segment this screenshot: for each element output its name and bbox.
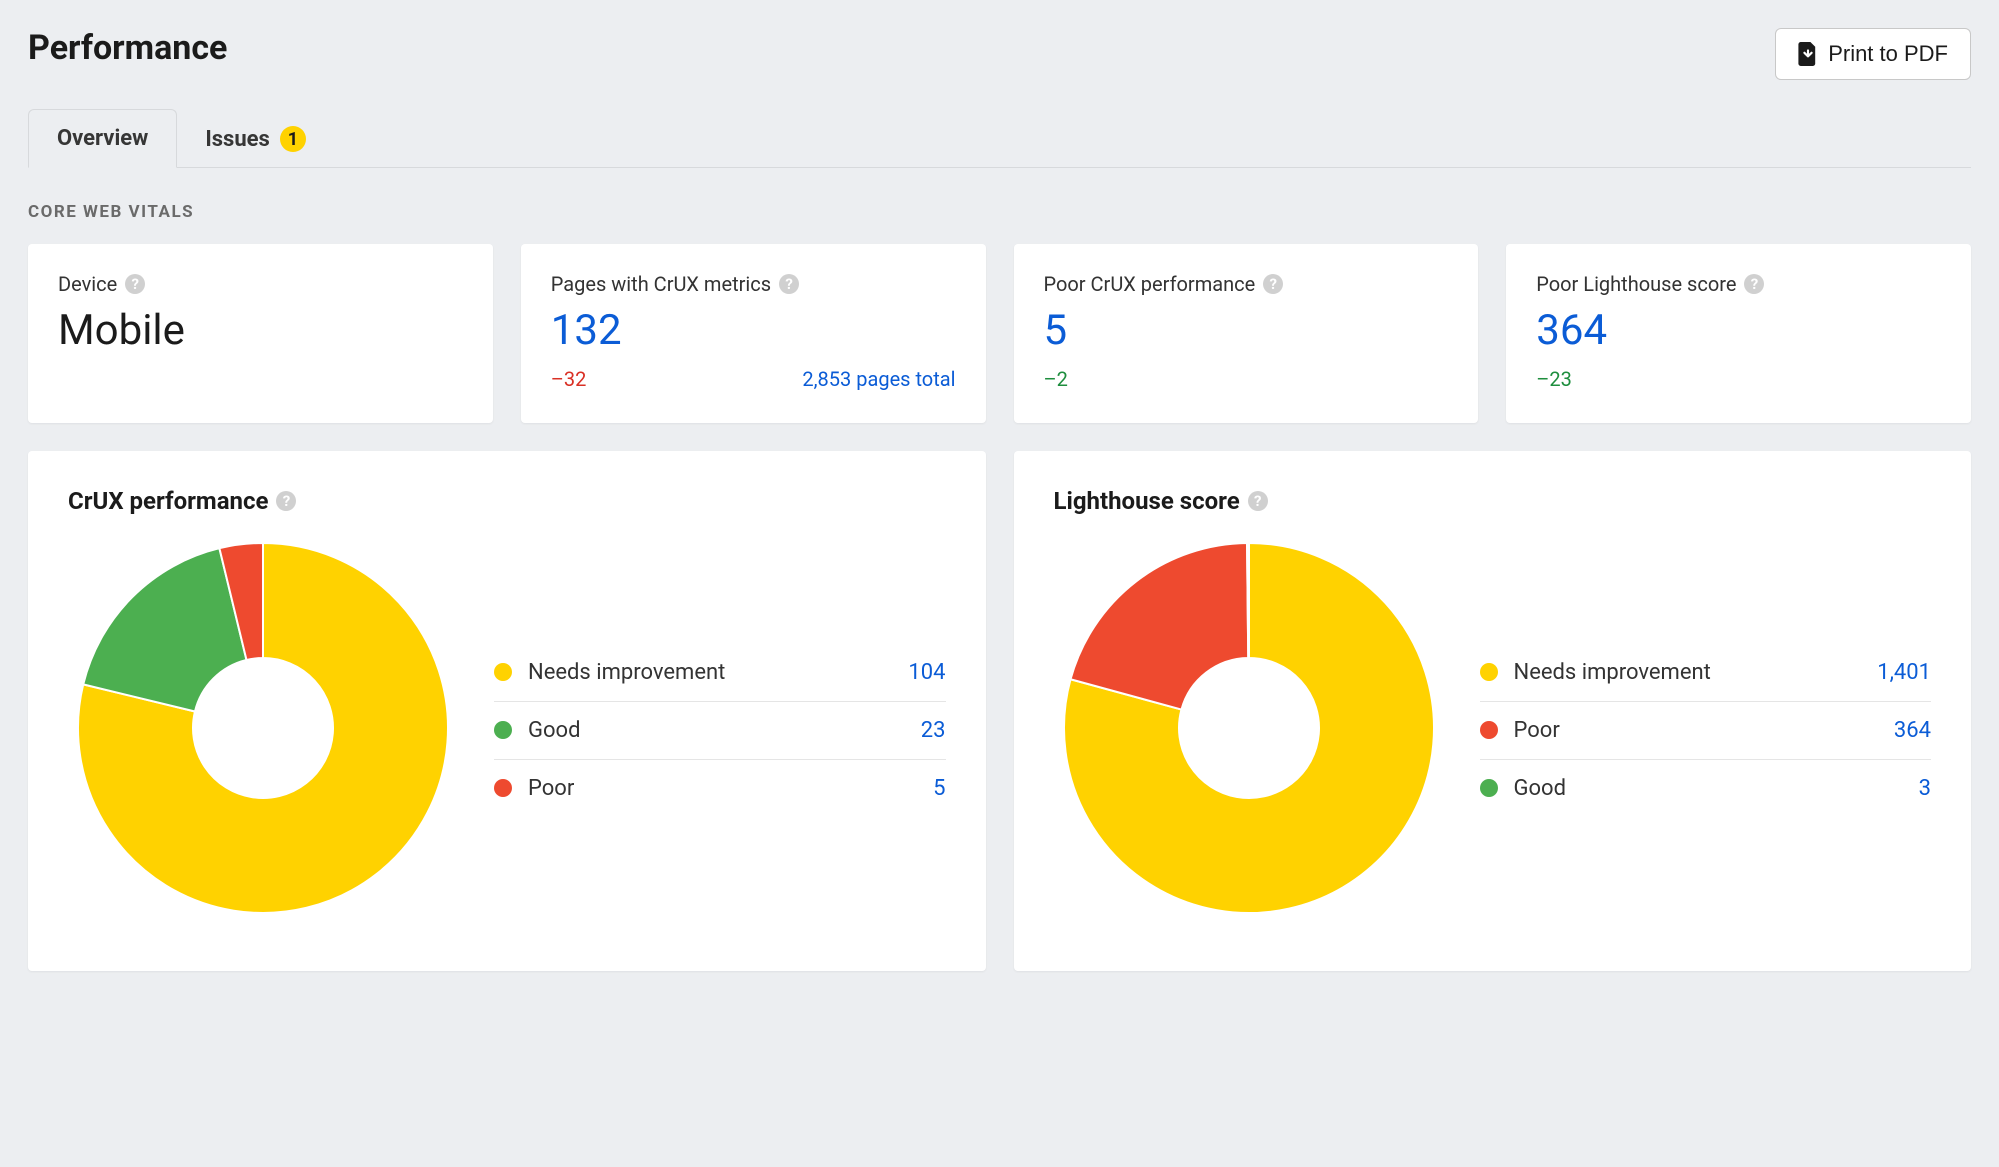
metric-value: Mobile (58, 306, 463, 355)
legend-label: Needs improvement (528, 660, 908, 685)
help-icon[interactable]: ? (276, 491, 296, 511)
legend-value: 1,401 (1877, 660, 1931, 685)
metric-title: Pages with CrUX metrics ? (551, 272, 956, 296)
legend-label: Poor (528, 776, 933, 801)
legend-row[interactable]: Good23 (494, 702, 946, 760)
chart-title-text: CrUX performance (68, 487, 268, 515)
legend-label: Needs improvement (1514, 660, 1878, 685)
legend-row[interactable]: Needs improvement104 (494, 644, 946, 702)
help-icon[interactable]: ? (125, 274, 145, 294)
help-icon[interactable]: ? (1263, 274, 1283, 294)
legend-row[interactable]: Needs improvement1,401 (1480, 644, 1932, 702)
pages-total-link[interactable]: 2,853 pages total (802, 367, 955, 391)
help-icon[interactable]: ? (1744, 274, 1764, 294)
metric-card-pages-crux: Pages with CrUX metrics ? 132 –32 2,853 … (521, 244, 986, 423)
legend-swatch (494, 721, 512, 739)
section-label: CORE WEB VITALS (28, 202, 1971, 222)
metric-title-text: Poor Lighthouse score (1536, 272, 1736, 296)
metric-value: 5 (1044, 306, 1449, 355)
legend-value: 23 (921, 718, 946, 743)
page-title: Performance (28, 28, 227, 68)
metric-card-poor-crux: Poor CrUX performance ? 5 –2 (1014, 244, 1479, 423)
legend-lighthouse: Needs improvement1,401Poor364Good3 (1480, 644, 1932, 817)
legend-swatch (1480, 721, 1498, 739)
legend-swatch (1480, 663, 1498, 681)
tab-overview-label: Overview (57, 126, 148, 151)
legend-label: Poor (1514, 718, 1894, 743)
metric-delta: –23 (1536, 367, 1572, 391)
issues-count-badge: 1 (280, 126, 306, 152)
legend-row[interactable]: Good3 (1480, 760, 1932, 817)
legend-value: 3 (1919, 776, 1931, 801)
chart-title-text: Lighthouse score (1054, 487, 1240, 515)
metric-title: Poor Lighthouse score ? (1536, 272, 1941, 296)
metric-value: 132 (551, 306, 956, 355)
donut-chart-crux (68, 533, 458, 927)
chart-title: Lighthouse score ? (1054, 487, 1932, 515)
donut-slice[interactable] (83, 548, 246, 711)
metric-title-text: Device (58, 272, 117, 296)
legend-swatch (1480, 779, 1498, 797)
legend-swatch (494, 663, 512, 681)
legend-value: 104 (908, 660, 945, 685)
charts-row: CrUX performance ? Needs improvement104G… (28, 451, 1971, 971)
metric-title-text: Pages with CrUX metrics (551, 272, 771, 296)
legend-crux: Needs improvement104Good23Poor5 (494, 644, 946, 817)
print-pdf-label: Print to PDF (1828, 41, 1948, 67)
tab-overview[interactable]: Overview (28, 109, 177, 168)
chart-card-crux: CrUX performance ? Needs improvement104G… (28, 451, 986, 971)
metric-card-poor-lighthouse: Poor Lighthouse score ? 364 –23 (1506, 244, 1971, 423)
legend-value: 5 (933, 776, 945, 801)
metric-title: Poor CrUX performance ? (1044, 272, 1449, 296)
metric-delta: –32 (551, 367, 587, 391)
legend-row[interactable]: Poor5 (494, 760, 946, 817)
header-row: Performance Print to PDF (28, 28, 1971, 80)
legend-label: Good (1514, 776, 1919, 801)
tab-issues[interactable]: Issues 1 (177, 110, 334, 168)
metric-title-text: Poor CrUX performance (1044, 272, 1256, 296)
donut-slice[interactable] (1247, 543, 1249, 658)
print-pdf-button[interactable]: Print to PDF (1775, 28, 1971, 80)
chart-card-lighthouse: Lighthouse score ? Needs improvement1,40… (1014, 451, 1972, 971)
chart-title: CrUX performance ? (68, 487, 946, 515)
help-icon[interactable]: ? (779, 274, 799, 294)
tabs: Overview Issues 1 (28, 108, 1971, 168)
legend-row[interactable]: Poor364 (1480, 702, 1932, 760)
help-icon[interactable]: ? (1248, 491, 1268, 511)
metric-title: Device ? (58, 272, 463, 296)
metric-value: 364 (1536, 306, 1941, 355)
donut-chart-lighthouse (1054, 533, 1444, 927)
legend-label: Good (528, 718, 921, 743)
metrics-row: Device ? Mobile Pages with CrUX metrics … (28, 244, 1971, 423)
pdf-icon (1798, 42, 1818, 66)
donut-slice[interactable] (1070, 543, 1248, 710)
metric-delta: –2 (1044, 367, 1068, 391)
tab-issues-label: Issues (205, 127, 270, 152)
metric-card-device: Device ? Mobile (28, 244, 493, 423)
legend-swatch (494, 779, 512, 797)
legend-value: 364 (1894, 718, 1931, 743)
